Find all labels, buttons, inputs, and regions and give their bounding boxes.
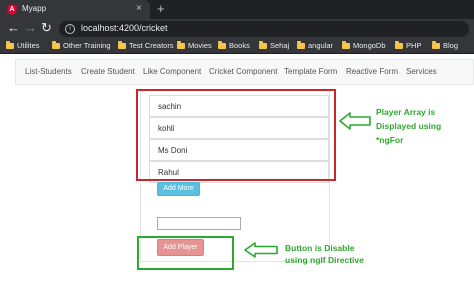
annotation-line: Displayed using (376, 121, 442, 131)
annotation-line: Player Array is (376, 107, 436, 117)
folder-icon (52, 41, 60, 49)
angular-favicon-icon: A (7, 4, 17, 15)
nav-link-like-component[interactable]: Like Component (143, 67, 201, 76)
tab-title: Myapp (22, 4, 47, 13)
player-list-highlight (136, 89, 336, 181)
nav-link-list-students[interactable]: List-Students (25, 67, 72, 76)
tab-close-icon[interactable]: × (136, 3, 142, 14)
annotation-arrow-icon (244, 242, 278, 258)
bookmark-mongodb[interactable]: MongoDb (342, 41, 386, 50)
browser-toolbar: ← → ↻ i localhost:4200/cricket (0, 19, 474, 39)
folder-icon (218, 41, 226, 49)
info-icon[interactable]: i (65, 24, 75, 34)
nav-link-template-form[interactable]: Template Form (284, 67, 337, 76)
folder-icon (297, 41, 305, 49)
new-tab-button[interactable]: + (157, 1, 165, 16)
bookmark-other-training[interactable]: Other Training (52, 41, 111, 50)
annotation-arrow-icon (339, 112, 371, 130)
folder-icon (177, 41, 185, 49)
nav-link-reactive-form[interactable]: Reactive Form (346, 67, 398, 76)
nav-link-create-student[interactable]: Create Student (81, 67, 135, 76)
ngfor-annotation: Player Array is Displayed using *ngFor (376, 105, 441, 147)
ngif-annotation: Button is Disable using ngIf Directive (285, 242, 364, 266)
folder-icon (342, 41, 350, 49)
annotation-line: *ngFor (376, 135, 404, 145)
add-player-highlight (137, 236, 234, 270)
bookmarks-bar: Utilites Other Training Test Creators Mo… (0, 39, 474, 54)
player-name-input[interactable] (157, 217, 241, 230)
address-bar[interactable]: i localhost:4200/cricket (59, 21, 469, 37)
url-text[interactable]: localhost:4200/cricket (81, 23, 168, 33)
bookmark-test-creators[interactable]: Test Creators (118, 41, 174, 50)
bookmark-utilites[interactable]: Utilites (6, 41, 40, 50)
nav-link-services[interactable]: Services (406, 67, 437, 76)
annotation-line: using ngIf Directive (285, 255, 364, 265)
bookmark-sehaj[interactable]: Sehaj (259, 41, 289, 50)
bookmark-php[interactable]: PHP (395, 41, 421, 50)
back-icon[interactable]: ← (7, 20, 20, 35)
folder-icon (118, 41, 126, 49)
bookmark-movies[interactable]: Movies (177, 41, 212, 50)
folder-icon (395, 41, 403, 49)
folder-icon (259, 41, 267, 49)
app-navbar: List-Students Create Student Like Compon… (15, 59, 474, 85)
bookmark-books[interactable]: Books (218, 41, 250, 50)
reload-icon[interactable]: ↻ (41, 20, 52, 36)
bookmark-angular[interactable]: angular (297, 41, 333, 50)
folder-icon (6, 41, 14, 49)
tab-strip: A Myapp × + (0, 0, 474, 19)
folder-icon (432, 41, 440, 49)
add-more-button[interactable]: Add More (157, 182, 200, 196)
browser-tab[interactable]: A Myapp × (0, 0, 150, 19)
bookmark-blog[interactable]: Blog (432, 41, 458, 50)
annotation-line: Button is Disable (285, 243, 355, 253)
forward-icon[interactable]: → (24, 20, 37, 35)
nav-link-cricket-component[interactable]: Cricket Component (209, 67, 277, 76)
